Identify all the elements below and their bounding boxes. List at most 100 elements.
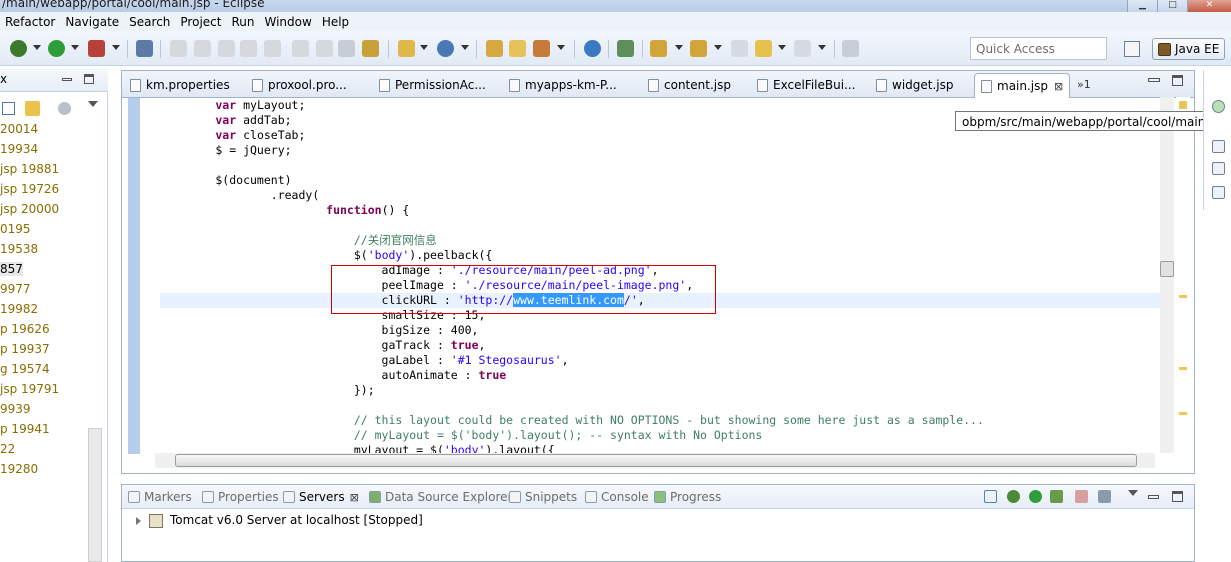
code-line[interactable]: // this layout could be created with NO … xyxy=(160,413,984,428)
previous-annotation-icon[interactable] xyxy=(690,40,707,57)
maximize-editor-icon[interactable] xyxy=(1172,75,1183,86)
list-item[interactable]: 0195 xyxy=(0,222,31,236)
tab-progress[interactable]: Progress xyxy=(654,490,721,504)
new-server-dropdown-icon[interactable] xyxy=(420,45,428,50)
view-menu-icon[interactable] xyxy=(58,102,71,115)
code-line[interactable] xyxy=(160,218,984,233)
editor-vertical-scrollbar[interactable] xyxy=(1160,97,1174,453)
tab-proxool-properties[interactable]: proxool.pro... xyxy=(246,73,347,98)
debug-server-icon[interactable] xyxy=(1007,490,1020,503)
code-line[interactable]: var myLayout; xyxy=(160,98,984,113)
tab-data-source-explorer[interactable]: Data Source Explorer xyxy=(369,490,512,504)
collapse-icon[interactable] xyxy=(984,490,997,503)
run-dropdown-icon[interactable] xyxy=(71,45,79,50)
list-item[interactable]: 19538 xyxy=(0,242,38,256)
chevron-down-icon[interactable] xyxy=(88,101,98,107)
new-java-class-dropdown-icon[interactable] xyxy=(461,45,469,50)
open-type-icon[interactable] xyxy=(486,40,503,57)
new-java-class-icon[interactable] xyxy=(437,40,454,57)
last-edit-location-icon[interactable] xyxy=(731,40,748,57)
minimize-editor-icon[interactable] xyxy=(1148,78,1160,82)
overview-marker[interactable] xyxy=(1179,367,1187,370)
toggle-mark-occurrences-icon[interactable] xyxy=(617,40,634,57)
tab-overflow-button[interactable]: »1 xyxy=(1077,78,1091,91)
code-line[interactable]: $('body').peelback({ xyxy=(160,248,984,263)
code-line[interactable]: .ready( xyxy=(160,188,984,203)
back-dropdown-icon[interactable] xyxy=(778,45,786,50)
pin-editor-icon[interactable] xyxy=(842,40,859,57)
menu-run[interactable]: Run xyxy=(226,15,259,29)
tab-servers[interactable]: Servers ⊠ xyxy=(283,490,359,504)
scrollbar-thumb[interactable] xyxy=(1160,261,1174,277)
debug-dropdown-icon[interactable] xyxy=(33,45,41,50)
code-line[interactable] xyxy=(160,158,984,173)
code-line[interactable]: $ = jQuery; xyxy=(160,143,984,158)
menu-refactor[interactable]: Refactor xyxy=(0,15,60,29)
task-list-icon[interactable] xyxy=(1212,100,1225,113)
outline-icon[interactable] xyxy=(1212,162,1225,175)
tab-main-jsp[interactable]: main.jsp ⊠ xyxy=(974,73,1070,98)
minimize-view-icon[interactable] xyxy=(62,78,72,81)
code-line[interactable]: gaTrack : true, xyxy=(160,338,984,353)
list-item[interactable]: 19982 xyxy=(0,302,38,316)
code-line[interactable] xyxy=(160,398,984,413)
maximize-button[interactable]: □ xyxy=(1157,0,1187,12)
use-step-filters-icon[interactable] xyxy=(338,40,355,57)
list-item[interactable]: 19934 xyxy=(0,142,38,156)
list-item[interactable]: p 19941 xyxy=(0,422,50,436)
next-annotation-dropdown-icon[interactable] xyxy=(675,45,683,50)
code-line[interactable]: bigSize : 400, xyxy=(160,323,984,338)
list-item[interactable]: p 19937 xyxy=(0,342,50,356)
back-icon[interactable] xyxy=(755,40,772,57)
close-button[interactable]: ✕ xyxy=(1187,0,1231,12)
overview-marker[interactable] xyxy=(1179,295,1187,298)
menu-navigate[interactable]: Navigate xyxy=(60,15,124,29)
perspective-java-ee-button[interactable]: Java EE xyxy=(1152,38,1225,60)
previous-annotation-dropdown-icon[interactable] xyxy=(714,45,722,50)
tab-markers[interactable]: Markers xyxy=(128,490,192,504)
list-item[interactable]: p 19626 xyxy=(0,322,50,336)
list-item[interactable]: 9939 xyxy=(0,402,31,416)
code-line[interactable]: var closeTab; xyxy=(160,128,984,143)
build-icon[interactable] xyxy=(362,40,379,57)
list-item[interactable]: 20014 xyxy=(0,122,38,136)
code-line[interactable]: // myLayout = $('body').layout(); -- syn… xyxy=(160,428,984,443)
tab-snippets[interactable]: Snippets xyxy=(509,490,577,504)
code-line[interactable]: $(document) xyxy=(160,173,984,188)
code-line[interactable]: //关闭官网信息 xyxy=(160,233,984,248)
chevron-down-icon[interactable] xyxy=(1128,490,1138,496)
list-item[interactable]: jsp 19726 xyxy=(0,182,59,196)
link-with-editor-icon[interactable] xyxy=(25,101,40,116)
tab-properties[interactable]: Properties xyxy=(202,490,279,504)
menu-help[interactable]: Help xyxy=(317,15,354,29)
tab-widget-jsp[interactable]: widget.jsp xyxy=(870,73,954,98)
collapse-all-icon[interactable] xyxy=(2,102,15,115)
code-line[interactable]: autoAnimate : true xyxy=(160,368,984,383)
new-server-icon[interactable] xyxy=(398,40,415,57)
menu-search[interactable]: Search xyxy=(124,15,175,29)
restore-icon[interactable] xyxy=(1212,140,1225,153)
menu-project[interactable]: Project xyxy=(175,15,226,29)
list-item[interactable]: 22 xyxy=(0,442,15,456)
list-item-selected[interactable]: 857 xyxy=(0,262,23,276)
overview-marker[interactable] xyxy=(1179,412,1187,415)
tab-excel-file-builder[interactable]: ExcelFileBui... xyxy=(751,73,855,98)
tab-myapps-km[interactable]: myapps-km-P... xyxy=(503,73,617,98)
list-item[interactable]: jsp 19881 xyxy=(0,162,59,176)
run-icon[interactable] xyxy=(48,40,65,57)
next-annotation-icon[interactable] xyxy=(650,40,667,57)
forward-dropdown-icon[interactable] xyxy=(818,45,826,50)
code-line[interactable]: var addTab; xyxy=(160,113,984,128)
list-item[interactable]: g 19574 xyxy=(0,362,50,376)
list-item[interactable]: jsp 20000 xyxy=(0,202,59,216)
list-item[interactable]: 19280 xyxy=(0,462,38,476)
maximize-view-icon[interactable] xyxy=(84,74,94,84)
menu-window[interactable]: Window xyxy=(259,15,316,29)
tab-content-jsp[interactable]: content.jsp xyxy=(642,73,731,98)
start-server-icon[interactable] xyxy=(1029,490,1042,503)
profile-server-icon[interactable] xyxy=(1050,490,1063,503)
skip-breakpoints-icon[interactable] xyxy=(136,40,153,57)
minimize-view-icon[interactable] xyxy=(1148,495,1159,499)
editor-horizontal-scrollbar[interactable] xyxy=(155,453,1155,468)
external-tools-icon[interactable] xyxy=(88,40,105,57)
